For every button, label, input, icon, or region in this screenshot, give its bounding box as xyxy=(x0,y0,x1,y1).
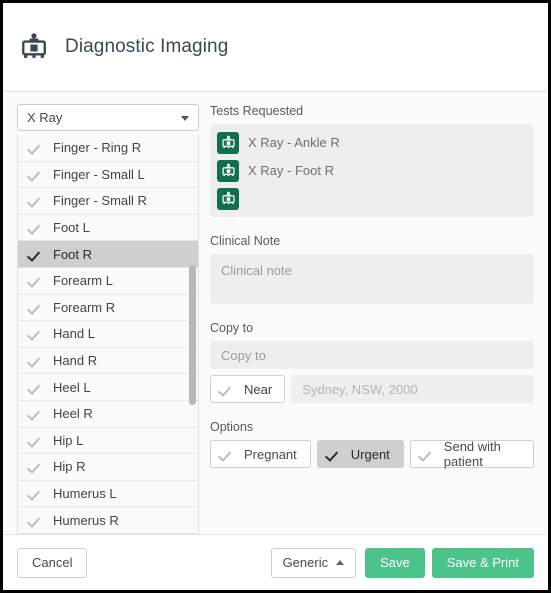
options-section: Options Pregnant Urgent Send with patient xyxy=(210,420,534,469)
page-title: Diagnostic Imaging xyxy=(65,36,229,57)
save-button[interactable]: Save xyxy=(365,547,425,578)
region-list-item-label: Hand L xyxy=(53,326,95,342)
region-list-item[interactable]: Hand L xyxy=(18,321,198,348)
copy-to-input[interactable]: Copy to xyxy=(210,341,534,369)
test-requested-row[interactable]: X Ray - Foot R xyxy=(217,158,527,183)
check-icon xyxy=(420,448,435,461)
clinical-note-input[interactable]: Clinical note xyxy=(210,254,534,304)
region-list-item-label: Foot R xyxy=(53,246,93,262)
check-icon xyxy=(29,274,44,287)
test-requested-label: X Ray - Ankle R xyxy=(248,135,340,150)
region-list-item[interactable]: Forearm R xyxy=(18,294,198,322)
check-icon xyxy=(29,487,44,500)
region-list-item-label: Finger - Small R xyxy=(53,193,147,209)
region-list-item-label: Humerus L xyxy=(53,486,117,502)
region-list-item[interactable]: Hand R xyxy=(18,347,198,375)
copy-to-label: Copy to xyxy=(210,321,254,335)
check-icon xyxy=(29,514,44,527)
modal-header: Diagnostic Imaging xyxy=(3,3,548,92)
region-list-item[interactable]: Forearm L xyxy=(18,267,198,295)
option-toggle-urgent[interactable]: Urgent xyxy=(316,440,404,468)
region-list-item-label: Hip R xyxy=(53,459,86,475)
check-icon xyxy=(29,407,44,420)
region-list-scrollbar[interactable] xyxy=(189,265,196,405)
xray-machine-icon xyxy=(217,159,239,182)
check-icon xyxy=(29,301,44,314)
region-list-item-label: Finger - Small L xyxy=(53,166,145,182)
region-list-item[interactable]: Hip R xyxy=(18,454,198,481)
cancel-button[interactable]: Cancel xyxy=(17,547,88,578)
option-toggle-label: Send with patient xyxy=(443,439,501,469)
modality-select[interactable]: X Ray xyxy=(17,104,199,131)
region-list-item-label: Heel R xyxy=(53,406,93,422)
region-list-item[interactable]: Heel L xyxy=(18,374,198,401)
tests-requested-list: X Ray - Ankle R X Ray - Foot R xyxy=(210,124,534,217)
tests-requested-section: Tests Requested X Ray - Ankle R X Ray - … xyxy=(210,104,534,217)
options-buttons: Pregnant Urgent Send with patient xyxy=(210,439,534,469)
near-row: Near Sydney, NSW, 2000 xyxy=(210,375,534,403)
region-list-item-label: Forearm R xyxy=(53,299,116,315)
option-toggle-pregnant[interactable]: Pregnant xyxy=(210,440,311,468)
test-requested-row[interactable]: X Ray - Ankle R xyxy=(217,130,527,155)
region-list-item[interactable]: Hip L xyxy=(18,427,198,455)
region-list[interactable]: Finger - Ring R Finger - Small L Finger - … xyxy=(17,135,199,534)
near-toggle-button[interactable]: Near xyxy=(210,375,286,403)
xray-machine-icon xyxy=(217,187,239,210)
region-list-item[interactable]: Finger - Small L xyxy=(18,161,198,189)
check-icon xyxy=(29,327,44,340)
test-requested-row[interactable] xyxy=(217,186,527,211)
modal-footer: Cancel Generic Save Save & Print xyxy=(3,534,548,590)
chevron-down-icon xyxy=(181,115,189,121)
region-list-item-label: Heel L xyxy=(53,379,91,395)
region-list-item-label: Foot L xyxy=(53,220,90,236)
diagnostic-imaging-modal: Diagnostic Imaging X Ray Finger - Ring R… xyxy=(3,3,548,590)
check-icon xyxy=(29,168,44,181)
option-toggle-label: Pregnant xyxy=(244,446,297,462)
region-list-item[interactable]: Finger - Small R xyxy=(18,188,198,215)
region-list-item[interactable]: Foot L xyxy=(18,214,198,242)
options-label: Options xyxy=(210,420,254,434)
check-icon xyxy=(29,434,44,447)
copy-to-section: Copy to Copy to Near Sydney, NSW, 2000 xyxy=(210,321,534,403)
details-panel: Tests Requested X Ray - Ankle R X Ray - … xyxy=(199,104,548,534)
region-list-item[interactable]: Heel R xyxy=(18,400,198,428)
chevron-up-icon xyxy=(336,560,345,565)
region-panel: X Ray Finger - Ring R Finger - Small L Fin… xyxy=(3,104,199,534)
check-icon xyxy=(327,448,342,461)
xray-machine-icon xyxy=(217,131,239,154)
region-list-item-label: Hip L xyxy=(53,432,84,448)
region-list-item-label: Hand R xyxy=(53,353,98,369)
option-toggle-label: Urgent xyxy=(350,446,390,462)
region-list-item[interactable]: Humerus R xyxy=(18,507,198,533)
near-toggle-label: Near xyxy=(244,381,273,397)
modal-body: X Ray Finger - Ring R Finger - Small L Fin… xyxy=(3,92,548,534)
location-input[interactable]: Sydney, NSW, 2000 xyxy=(291,375,534,403)
region-list-item[interactable]: Finger - Ring R xyxy=(18,135,198,162)
generic-dropdown-label: Generic xyxy=(282,555,329,570)
modality-select-value: X Ray xyxy=(27,110,63,125)
check-icon xyxy=(29,354,44,367)
test-requested-label: X Ray - Foot R xyxy=(248,163,334,178)
option-toggle-send-with-patient[interactable]: Send with patient xyxy=(409,439,534,469)
tests-requested-label: Tests Requested xyxy=(210,104,304,118)
check-icon xyxy=(29,248,44,261)
generic-dropdown-button[interactable]: Generic xyxy=(270,547,357,578)
check-icon xyxy=(220,383,235,396)
check-icon xyxy=(29,460,44,473)
check-icon xyxy=(29,141,44,154)
xray-machine-icon xyxy=(17,30,51,64)
check-icon xyxy=(29,221,44,234)
region-list-item-label: Forearm L xyxy=(53,273,113,289)
clinical-note-section: Clinical Note Clinical note xyxy=(210,234,534,304)
region-list-item[interactable]: Foot R xyxy=(18,241,198,268)
check-icon xyxy=(220,448,235,461)
region-list-item[interactable]: Humerus L xyxy=(18,480,198,508)
save-and-print-button[interactable]: Save & Print xyxy=(431,547,534,578)
check-icon xyxy=(29,381,44,394)
region-list-item-label: Finger - Ring R xyxy=(53,140,142,156)
clinical-note-label: Clinical Note xyxy=(210,234,281,248)
region-list-item-label: Humerus R xyxy=(53,512,119,528)
check-icon xyxy=(29,194,44,207)
